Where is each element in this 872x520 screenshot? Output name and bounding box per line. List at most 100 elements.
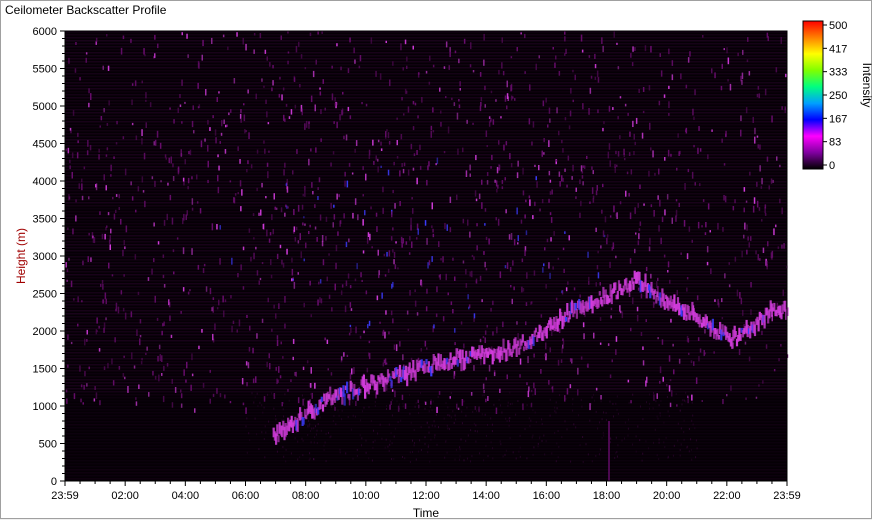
noise-speckle xyxy=(506,80,508,88)
noise-speckle xyxy=(410,357,413,362)
noise-speckle xyxy=(402,402,404,405)
noise-speckle xyxy=(701,225,703,228)
noise-speckle xyxy=(755,396,758,399)
noise-speckle xyxy=(695,439,697,442)
noise-band xyxy=(65,187,787,189)
noise-speckle xyxy=(272,228,274,235)
noise-speckle xyxy=(479,452,481,455)
noise-speckle xyxy=(319,91,322,96)
noise-speckle xyxy=(219,393,222,398)
noise-band xyxy=(65,148,787,150)
noise-speckle xyxy=(349,285,352,289)
noise-speckle xyxy=(349,37,351,43)
noise-speckle xyxy=(69,165,71,170)
noise-speckle xyxy=(541,150,543,157)
noise-speckle xyxy=(246,169,248,173)
noise-speckle xyxy=(232,320,235,324)
noise-speckle xyxy=(581,175,584,179)
noise-speckle xyxy=(330,203,332,209)
noise-speckle xyxy=(597,272,600,279)
noise-speckle xyxy=(499,440,501,443)
bl-segment xyxy=(277,435,280,443)
noise-speckle xyxy=(762,247,765,253)
noise-speckle xyxy=(274,206,276,210)
noise-speckle xyxy=(505,417,507,420)
noise-speckle xyxy=(692,414,694,417)
noise-band xyxy=(65,40,787,42)
noise-speckle xyxy=(518,450,520,453)
noise-speckle xyxy=(285,183,288,186)
noise-speckle xyxy=(139,319,142,324)
noise-speckle xyxy=(619,201,622,205)
noise-speckle xyxy=(605,411,607,414)
noise-speckle xyxy=(231,257,233,265)
noise-speckle xyxy=(463,459,465,462)
noise-speckle xyxy=(312,70,315,78)
noise-speckle xyxy=(445,439,447,442)
noise-speckle xyxy=(153,258,155,263)
noise-speckle xyxy=(207,160,209,168)
noise-speckle xyxy=(360,419,362,422)
noise-speckle xyxy=(498,69,500,75)
noise-speckle xyxy=(490,307,492,312)
noise-speckle xyxy=(428,260,431,266)
noise-speckle xyxy=(572,164,574,172)
noise-speckle xyxy=(524,428,526,430)
bl-segment xyxy=(348,393,351,401)
noise-speckle xyxy=(205,89,207,96)
noise-speckle xyxy=(176,237,179,240)
noise-speckle xyxy=(589,87,592,94)
noise-speckle xyxy=(359,335,362,339)
noise-band xyxy=(65,397,787,399)
noise-speckle xyxy=(613,415,614,418)
noise-speckle xyxy=(275,366,277,371)
noise-speckle xyxy=(778,358,780,362)
noise-speckle xyxy=(320,298,323,304)
noise-speckle xyxy=(343,352,345,357)
noise-speckle xyxy=(553,231,555,236)
noise-speckle xyxy=(656,281,658,288)
noise-speckle xyxy=(259,277,262,281)
noise-speckle xyxy=(141,80,143,84)
noise-speckle xyxy=(634,207,636,214)
noise-speckle xyxy=(426,288,428,294)
noise-speckle xyxy=(717,222,719,230)
noise-speckle xyxy=(302,439,304,442)
noise-band xyxy=(65,127,787,129)
noise-speckle xyxy=(320,429,322,432)
noise-speckle xyxy=(465,283,468,288)
noise-speckle xyxy=(151,268,153,275)
noise-speckle xyxy=(608,105,611,112)
noise-speckle xyxy=(141,357,143,361)
noise-speckle xyxy=(515,457,517,460)
bl-segment xyxy=(449,352,452,361)
noise-speckle xyxy=(588,280,590,285)
noise-speckle xyxy=(471,254,474,257)
noise-speckle xyxy=(130,38,132,43)
noise-speckle xyxy=(551,452,553,455)
noise-speckle xyxy=(653,394,655,401)
noise-speckle xyxy=(191,207,194,211)
noise-speckle xyxy=(344,171,346,177)
noise-speckle xyxy=(560,359,563,363)
noise-speckle xyxy=(634,47,636,51)
noise-speckle xyxy=(418,412,420,414)
noise-speckle xyxy=(77,323,79,327)
noise-speckle xyxy=(262,224,265,230)
noise-speckle xyxy=(449,51,451,58)
noise-speckle xyxy=(678,202,680,207)
noise-speckle xyxy=(130,311,133,318)
noise-speckle xyxy=(366,237,369,244)
noise-speckle xyxy=(214,129,217,136)
noise-speckle xyxy=(179,104,182,107)
noise-speckle xyxy=(384,446,386,449)
noise-speckle xyxy=(736,289,739,297)
noise-speckle xyxy=(253,252,255,260)
noise-speckle xyxy=(722,399,724,405)
noise-speckle xyxy=(248,228,251,233)
noise-speckle xyxy=(659,380,661,384)
noise-speckle xyxy=(324,337,326,341)
noise-speckle xyxy=(149,102,152,108)
noise-speckle xyxy=(365,451,367,454)
noise-speckle xyxy=(212,115,214,119)
